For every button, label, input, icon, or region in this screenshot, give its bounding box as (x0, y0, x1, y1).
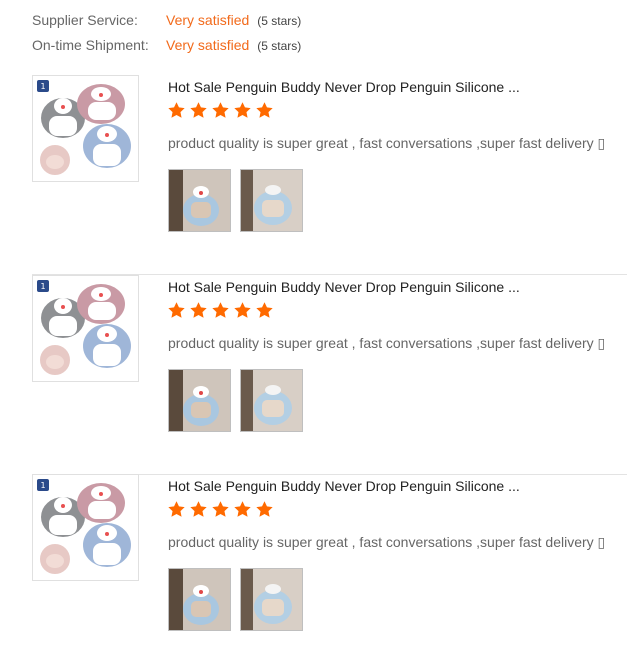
star-icon (234, 501, 251, 517)
product-title-link[interactable]: Hot Sale Penguin Buddy Never Drop Pengui… (168, 279, 520, 295)
star-icon (256, 302, 273, 318)
svg-text:1: 1 (40, 481, 45, 490)
review-photo-image (169, 370, 230, 431)
rating-stars-text: (5 stars) (257, 39, 302, 53)
review-item: 1 Hot Sale Penguin Buddy Never Drop Peng… (0, 275, 627, 475)
rating-value: Very satisfied (166, 12, 250, 28)
review-photos (168, 369, 303, 432)
review-photo-image (241, 569, 302, 630)
review-star-rating (167, 500, 274, 519)
penguin-teether-image: 1 (33, 475, 138, 580)
svg-text:1: 1 (40, 282, 45, 291)
product-title-link[interactable]: Hot Sale Penguin Buddy Never Drop Pengui… (168, 478, 520, 494)
rating-row-supplier-service: Supplier Service: Very satisfied (5 star… (32, 12, 301, 37)
review-photo[interactable] (168, 369, 231, 432)
review-photo[interactable] (168, 568, 231, 631)
review-star-rating (167, 301, 274, 320)
review-photo-image (169, 170, 230, 231)
svg-text:1: 1 (40, 82, 45, 91)
star-icon (168, 302, 185, 318)
review-comment: product quality is super great , fast co… (168, 335, 606, 351)
star-icon (190, 102, 207, 118)
review-comment: product quality is super great , fast co… (168, 534, 606, 550)
review-item: 1 Hot Sale Penguin Buddy Never Drop Peng… (0, 75, 627, 275)
review-photos (168, 169, 303, 232)
penguin-teether-image: 1 (33, 276, 138, 381)
review-photo-image (241, 170, 302, 231)
supplier-ratings: Supplier Service: Very satisfied (5 star… (32, 12, 301, 62)
star-icon (256, 102, 273, 118)
rating-label: On-time Shipment: (32, 37, 149, 53)
star-icon (168, 501, 185, 517)
review-photo-image (241, 370, 302, 431)
review-item: 1 Hot Sale Penguin Buddy Never Drop Peng… (0, 474, 627, 649)
star-icon (234, 302, 251, 318)
star-icon (168, 102, 185, 118)
star-icon (190, 501, 207, 517)
rating-label: Supplier Service: (32, 12, 138, 28)
product-thumbnail[interactable]: 1 (32, 75, 139, 182)
review-photo[interactable] (240, 568, 303, 631)
star-icon (234, 102, 251, 118)
penguin-teether-image: 1 (33, 76, 138, 181)
product-thumbnail[interactable]: 1 (32, 275, 139, 382)
product-title-link[interactable]: Hot Sale Penguin Buddy Never Drop Pengui… (168, 79, 520, 95)
star-icon (256, 501, 273, 517)
star-icon (190, 302, 207, 318)
review-photos (168, 568, 303, 631)
review-photo[interactable] (168, 169, 231, 232)
rating-row-on-time-shipment: On-time Shipment: Very satisfied (5 star… (32, 37, 301, 62)
review-photo[interactable] (240, 169, 303, 232)
star-icon (212, 302, 229, 318)
rating-stars-text: (5 stars) (257, 14, 302, 28)
review-comment: product quality is super great , fast co… (168, 135, 606, 151)
product-thumbnail[interactable]: 1 (32, 474, 139, 581)
review-photo-image (169, 569, 230, 630)
star-icon (212, 501, 229, 517)
review-photo[interactable] (240, 369, 303, 432)
review-star-rating (167, 101, 274, 120)
star-icon (212, 102, 229, 118)
rating-value: Very satisfied (166, 37, 250, 53)
